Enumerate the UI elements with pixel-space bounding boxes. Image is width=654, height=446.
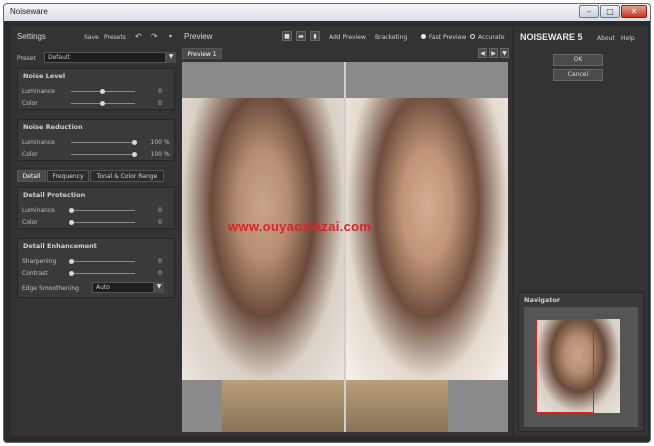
- slider-value: 0: [158, 258, 162, 265]
- window-title: Noiseware: [10, 7, 48, 16]
- detail-protection-section: Detail Protection Luminance 0 Color 0: [17, 187, 175, 229]
- tab-preview-1[interactable]: Preview 1: [182, 48, 222, 59]
- redo-icon[interactable]: ↷: [151, 32, 158, 41]
- noise-reduction-color-slider[interactable]: [71, 154, 135, 155]
- slider-knob[interactable]: [69, 220, 74, 225]
- preview-title: Preview: [184, 32, 213, 41]
- edge-dropdown-arrow-icon[interactable]: ▼: [154, 282, 164, 293]
- detail-protection-luminance-slider[interactable]: [71, 210, 135, 211]
- slider-label: Sharpening: [22, 258, 57, 265]
- slider-value: 100: [150, 151, 162, 158]
- slider-knob[interactable]: [132, 140, 137, 145]
- navigator-title: Navigator: [524, 296, 561, 304]
- slider-knob[interactable]: [100, 101, 105, 106]
- navigator-section: Navigator: [518, 292, 644, 432]
- slider-knob[interactable]: [69, 271, 74, 276]
- accurate-label: Accurate: [478, 34, 505, 41]
- slider-value: 100: [150, 139, 162, 146]
- slider-knob[interactable]: [69, 259, 74, 264]
- slider-unit: %: [164, 139, 170, 146]
- slider-label: Luminance: [22, 88, 55, 95]
- save-button[interactable]: Save: [84, 34, 99, 41]
- single-view-icon[interactable]: ■: [282, 31, 292, 41]
- slider-unit: %: [164, 151, 170, 158]
- sharpening-slider[interactable]: [71, 261, 135, 262]
- slider-label: Color: [22, 151, 38, 158]
- cancel-button[interactable]: Cancel: [553, 69, 603, 81]
- split-vertical-icon[interactable]: ▮: [310, 31, 320, 41]
- brand-logo: NOISEWARE 5: [520, 32, 583, 42]
- tab-frequency[interactable]: Frequency: [47, 170, 89, 182]
- app-window: Noiseware – □ ✕ Settings Save Presets ↶ …: [3, 3, 651, 443]
- about-button[interactable]: About: [597, 35, 615, 42]
- slider-value: 0: [158, 88, 162, 95]
- preview-panel: Preview ■ ▬ ▮ Add Preview Bracketing Fas…: [178, 26, 512, 436]
- tab-detail[interactable]: Detail: [17, 170, 46, 182]
- right-panel: NOISEWARE 5 About Help OK Cancel Navigat…: [514, 26, 648, 436]
- title-bar: Noiseware: [4, 4, 650, 21]
- settings-panel: Settings Save Presets ↶ ↷ ▾ Preset Defau…: [11, 26, 179, 436]
- next-tab-icon[interactable]: ▶: [489, 48, 498, 58]
- edge-smoothening-label: Edge Smoothening: [22, 285, 79, 292]
- ok-button[interactable]: OK: [553, 54, 603, 66]
- close-icon: ✕: [630, 7, 638, 16]
- fast-preview-label: Fast Preview: [429, 34, 467, 41]
- noise-reduction-title: Noise Reduction: [23, 123, 83, 131]
- presets-button[interactable]: Presets: [104, 34, 126, 41]
- slider-value: 0: [158, 219, 162, 226]
- preview-image-processed: [346, 98, 508, 380]
- edge-smoothening-value: Auto: [96, 284, 110, 291]
- detail-enhancement-title: Detail Enhancement: [23, 242, 97, 250]
- maximize-button[interactable]: □: [600, 5, 620, 18]
- detail-enhancement-section: Detail Enhancement Sharpening 0 Contrast…: [17, 238, 175, 298]
- maximize-icon: □: [606, 7, 614, 16]
- slider-knob[interactable]: [100, 89, 105, 94]
- settings-title: Settings: [17, 32, 46, 41]
- watermark-text: www.ouyaoxiazai.com: [228, 219, 372, 234]
- slider-value: 0: [158, 270, 162, 277]
- noise-reduction-luminance-slider[interactable]: [71, 142, 135, 143]
- split-horizontal-icon[interactable]: ▬: [296, 31, 306, 41]
- slider-label: Contrast: [22, 270, 48, 277]
- preset-value: Default: [48, 54, 70, 61]
- slider-label: Color: [22, 100, 38, 107]
- slider-value: 0: [158, 100, 162, 107]
- preview-image-original: [182, 98, 344, 380]
- preset-label: Preset: [17, 55, 36, 62]
- edge-smoothening-dropdown[interactable]: Auto: [92, 282, 154, 293]
- tab-menu-icon[interactable]: ▼: [500, 48, 509, 58]
- noise-level-title: Noise Level: [23, 72, 66, 80]
- slider-label: Color: [22, 219, 38, 226]
- fast-preview-radio[interactable]: [421, 34, 426, 39]
- preset-dropdown[interactable]: Default: [44, 52, 166, 63]
- preview-divider[interactable]: [344, 62, 346, 432]
- tab-tonal-color-range[interactable]: Tonal & Color Range: [90, 170, 164, 182]
- prev-tab-icon[interactable]: ◀: [478, 48, 487, 58]
- add-preview-button[interactable]: Add Preview: [329, 34, 366, 41]
- noise-level-section: Noise Level Luminance 0 Color 0: [17, 68, 175, 110]
- bracketing-button[interactable]: Bracketing: [375, 34, 407, 41]
- accurate-radio[interactable]: [470, 34, 475, 39]
- slider-knob[interactable]: [69, 208, 74, 213]
- detail-protection-color-slider[interactable]: [71, 222, 135, 223]
- slider-label: Luminance: [22, 139, 55, 146]
- menu-arrow-icon[interactable]: ▾: [169, 33, 172, 40]
- preset-dropdown-arrow-icon[interactable]: ▼: [166, 52, 176, 63]
- minimize-icon: –: [587, 7, 591, 16]
- contrast-slider[interactable]: [71, 273, 135, 274]
- close-button[interactable]: ✕: [621, 5, 647, 18]
- navigator-view-frame[interactable]: [536, 319, 594, 413]
- preview-image-lower-right: [346, 380, 448, 432]
- slider-knob[interactable]: [132, 152, 137, 157]
- minimize-button[interactable]: –: [579, 5, 599, 18]
- slider-value: 0: [158, 207, 162, 214]
- slider-label: Luminance: [22, 207, 55, 214]
- noise-reduction-section: Noise Reduction Luminance 100 % Color 10…: [17, 119, 175, 161]
- undo-icon[interactable]: ↶: [135, 32, 142, 41]
- help-button[interactable]: Help: [621, 35, 635, 42]
- detail-protection-title: Detail Protection: [23, 191, 86, 199]
- preview-image-lower-left: [222, 380, 344, 432]
